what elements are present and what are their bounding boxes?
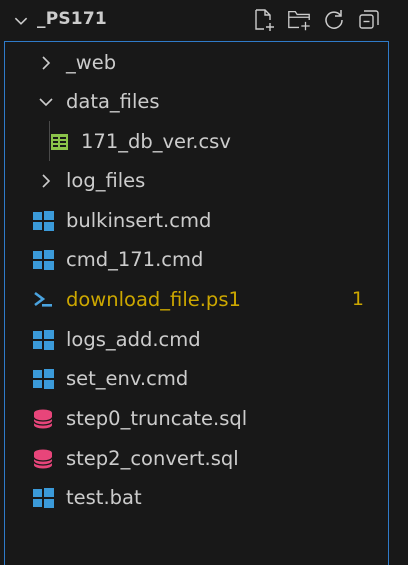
- windows-file-icon: [33, 211, 54, 231]
- new-file-icon: [255, 9, 274, 31]
- tree-item-label: bulkinsert.cmd: [66, 209, 212, 232]
- tree-item-data-files-folder[interactable]: data_files: [5, 82, 388, 122]
- tree-item-cmd-file[interactable]: set_env.cmd: [5, 359, 388, 399]
- database-icon: [33, 449, 53, 469]
- explorer-header[interactable]: _PS171: [0, 0, 408, 40]
- tree-item-label: _web: [66, 51, 117, 74]
- chevron-right-icon[interactable]: [35, 52, 57, 74]
- csv-file-icon: [51, 134, 68, 150]
- refresh-icon: [325, 10, 343, 29]
- tree-item-log-files-folder[interactable]: log_files: [5, 161, 388, 201]
- collapse-all-icon: [359, 10, 379, 29]
- new-folder-icon: [288, 10, 310, 31]
- database-icon: [33, 409, 53, 429]
- tree-item-sql-file[interactable]: step2_convert.sql: [5, 439, 388, 479]
- new-file-button[interactable]: [251, 6, 277, 34]
- windows-file-icon: [33, 488, 54, 508]
- chevron-right-icon[interactable]: [35, 170, 57, 192]
- windows-file-icon: [33, 369, 54, 389]
- problem-count-badge: 1: [351, 288, 364, 310]
- tree-item-cmd-file[interactable]: bulkinsert.cmd: [5, 201, 388, 241]
- tree-item-web-folder[interactable]: _web: [5, 43, 388, 83]
- tree-item-label: download_file.ps1: [66, 288, 241, 311]
- collapse-all-button[interactable]: [356, 6, 382, 34]
- tree-item-label: data_files: [66, 90, 160, 113]
- tree-item-sql-file[interactable]: step0_truncate.sql: [5, 399, 388, 439]
- tree-item-label: 171_db_ver.csv: [81, 130, 231, 153]
- tree-item-label: set_env.cmd: [66, 367, 189, 390]
- workspace-root-title[interactable]: _PS171: [37, 9, 107, 29]
- tree-item-label: cmd_171.cmd: [66, 248, 204, 271]
- tree-item-bat-file[interactable]: test.bat: [5, 478, 388, 518]
- file-tree: _web data_files 171_db_ver.csv log_files: [4, 41, 389, 565]
- chevron-down-icon[interactable]: [35, 91, 57, 113]
- tree-item-label: step2_convert.sql: [66, 447, 239, 470]
- tree-item-label: logs_add.cmd: [66, 328, 201, 351]
- chevron-down-icon[interactable]: [12, 12, 30, 30]
- tree-item-cmd-file[interactable]: logs_add.cmd: [5, 320, 388, 360]
- tree-item-label: log_files: [66, 169, 146, 192]
- windows-file-icon: [33, 250, 54, 270]
- refresh-button[interactable]: [321, 6, 347, 34]
- tree-item-label: step0_truncate.sql: [66, 407, 248, 430]
- new-folder-button[interactable]: [286, 6, 312, 34]
- windows-file-icon: [33, 330, 54, 350]
- powershell-icon: [34, 291, 52, 307]
- tree-item-csv-file[interactable]: 171_db_ver.csv: [5, 122, 388, 162]
- tree-item-label: test.bat: [66, 486, 142, 509]
- tree-item-powershell-file[interactable]: download_file.ps1 1: [5, 280, 388, 320]
- explorer-actions: [251, 6, 382, 34]
- tree-item-cmd-file[interactable]: cmd_171.cmd: [5, 240, 388, 280]
